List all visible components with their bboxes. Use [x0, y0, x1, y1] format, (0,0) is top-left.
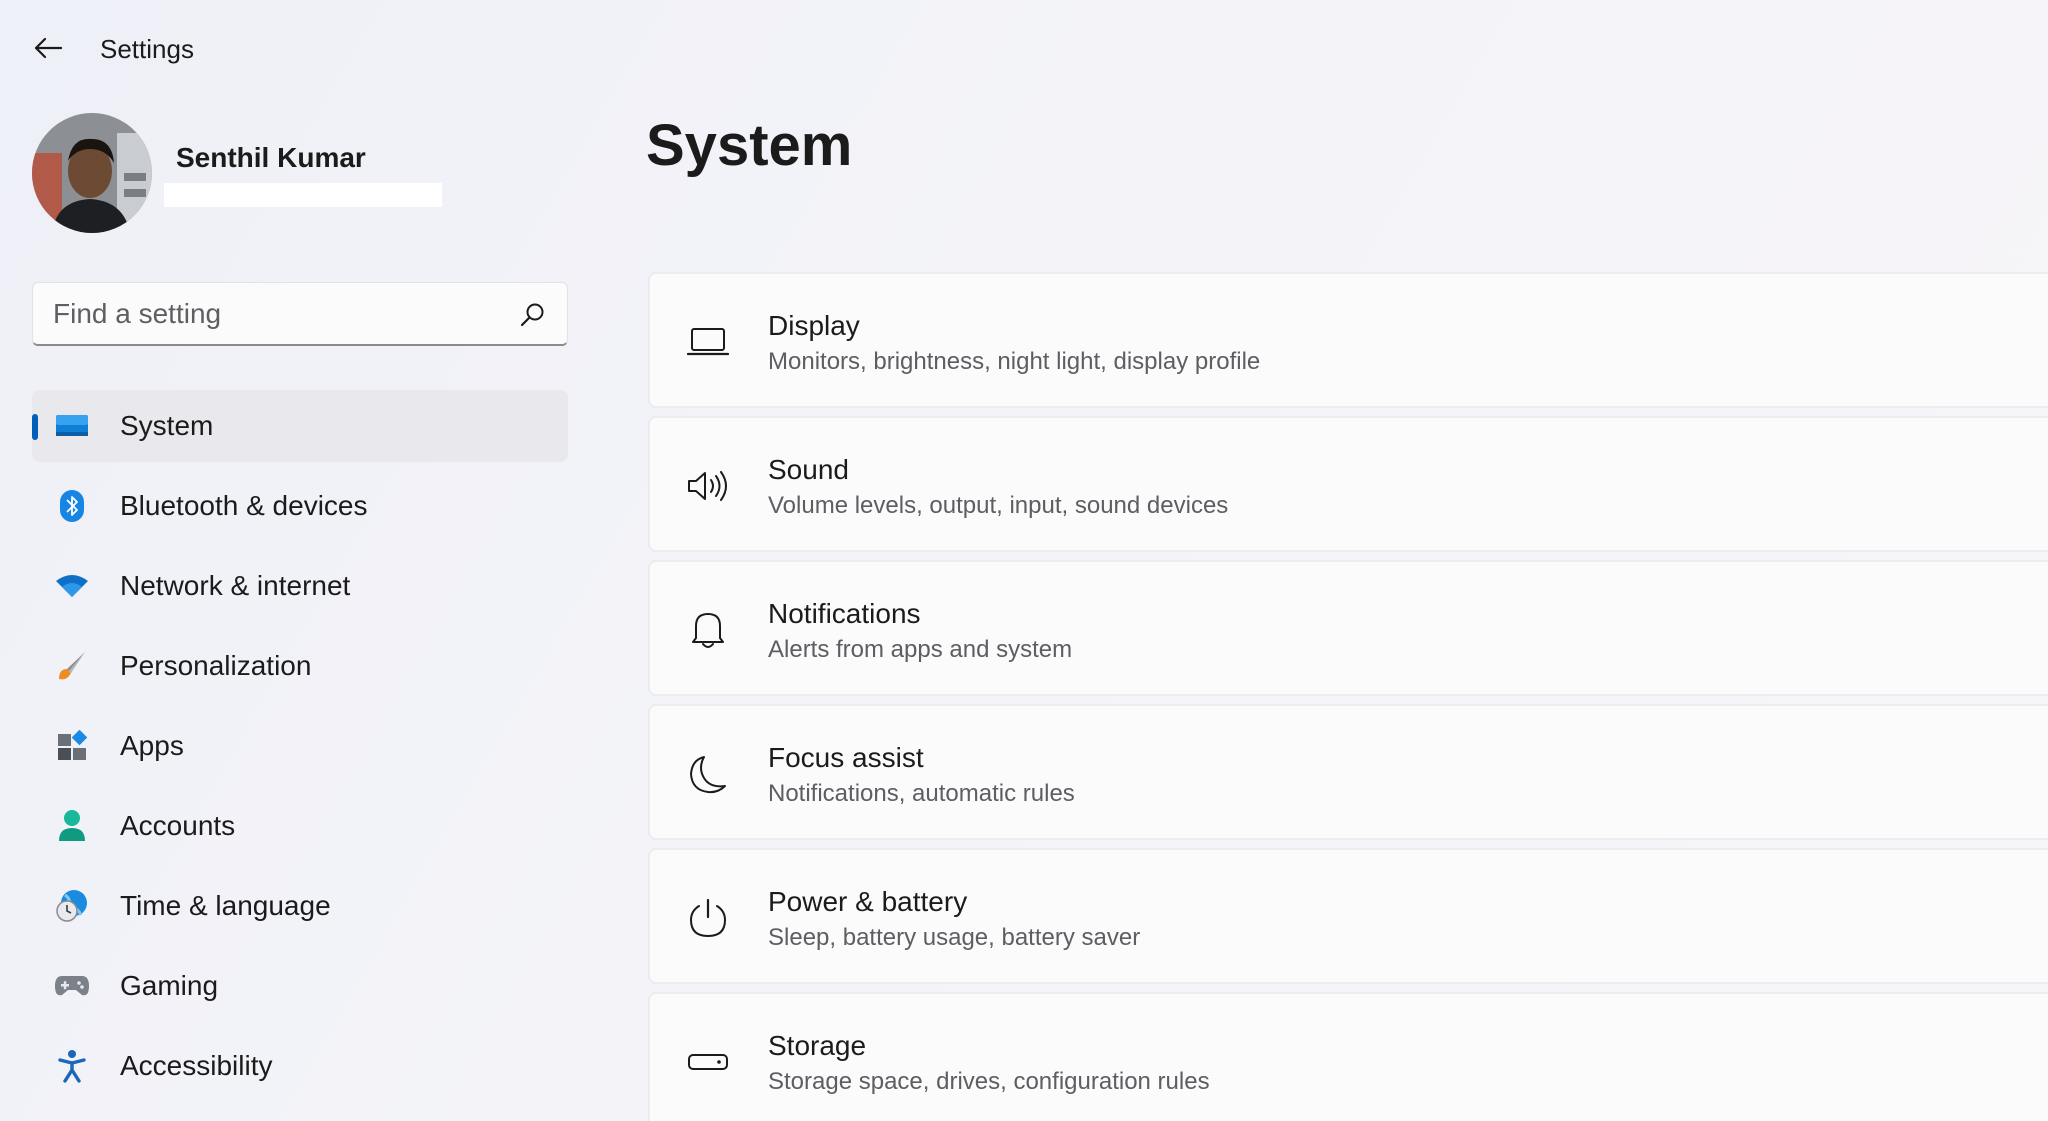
system-icon — [54, 408, 90, 444]
gamepad-icon — [54, 968, 90, 1004]
card-title: Display — [768, 310, 860, 341]
laptop-icon — [686, 320, 730, 364]
accessibility-icon — [54, 1048, 90, 1084]
search-icon[interactable] — [519, 301, 547, 329]
card-subtitle: Monitors, brightness, night light, displ… — [768, 348, 1261, 375]
card-title: Power & battery — [768, 886, 968, 917]
sidebar-item-accessibility[interactable]: Accessibility — [32, 1030, 568, 1102]
profile-email-redacted — [164, 183, 442, 207]
sidebar-item-label: Apps — [120, 730, 184, 761]
app-title: Settings — [100, 34, 194, 64]
card-focus-assist[interactable]: Focus assist Notifications, automatic ru… — [648, 704, 2048, 840]
sidebar-item-system[interactable]: System — [32, 390, 568, 462]
card-title: Focus assist — [768, 742, 924, 773]
card-sound[interactable]: Sound Volume levels, output, input, soun… — [648, 416, 2048, 552]
sidebar-item-label: Personalization — [120, 650, 312, 681]
storage-icon — [686, 1040, 730, 1084]
apps-icon — [54, 728, 90, 764]
sidebar-item-label: Gaming — [120, 970, 219, 1001]
power-icon — [686, 896, 730, 940]
page-title: System — [646, 113, 853, 178]
sidebar-item-accounts[interactable]: Accounts — [32, 790, 568, 862]
sidebar-item-label: Network & internet — [120, 570, 351, 601]
card-notifications[interactable]: Notifications Alerts from apps and syste… — [648, 560, 2048, 696]
sidebar-item-label: Accounts — [120, 810, 236, 841]
moon-icon — [686, 752, 730, 796]
card-storage[interactable]: Storage Storage space, drives, configura… — [648, 992, 2048, 1121]
sidebar-item-bluetooth[interactable]: Bluetooth & devices — [32, 470, 568, 542]
sidebar-item-apps[interactable]: Apps — [32, 710, 568, 782]
title-bar: Settings — [0, 0, 2048, 100]
card-subtitle: Volume levels, output, input, sound devi… — [768, 492, 1229, 519]
card-subtitle: Notifications, automatic rules — [768, 780, 1075, 807]
wifi-icon — [54, 568, 90, 604]
card-title: Storage — [768, 1030, 867, 1061]
sidebar-item-network[interactable]: Network & internet — [32, 550, 568, 622]
sidebar-item-time-language[interactable]: Time & language — [32, 870, 568, 942]
card-subtitle: Alerts from apps and system — [768, 636, 1073, 663]
card-title: Notifications — [768, 598, 921, 629]
back-arrow-icon — [34, 37, 63, 59]
sidebar-nav: System Bluetooth & devices Network & int… — [32, 390, 568, 1110]
bluetooth-icon — [54, 488, 90, 524]
settings-card-list: Display Monitors, brightness, night ligh… — [648, 272, 2048, 1121]
search-input[interactable] — [53, 293, 513, 335]
back-button[interactable] — [28, 28, 68, 68]
sidebar-item-personalization[interactable]: Personalization — [32, 630, 568, 702]
sidebar-item-gaming[interactable]: Gaming — [32, 950, 568, 1022]
sidebar-item-label: System — [120, 410, 214, 441]
card-power-battery[interactable]: Power & battery Sleep, battery usage, ba… — [648, 848, 2048, 984]
sidebar-item-label: Bluetooth & devices — [120, 490, 368, 521]
globe-clock-icon — [54, 888, 90, 924]
sidebar-item-label: Accessibility — [120, 1050, 273, 1081]
person-icon — [54, 808, 90, 844]
profile-name: Senthil Kumar — [176, 142, 366, 173]
card-subtitle: Sleep, battery usage, battery saver — [768, 924, 1141, 951]
brush-icon — [54, 648, 90, 684]
card-title: Sound — [768, 454, 849, 485]
speaker-icon — [686, 464, 730, 508]
sidebar-item-label: Time & language — [120, 890, 331, 921]
avatar[interactable] — [32, 113, 152, 233]
bell-icon — [686, 608, 730, 652]
card-subtitle: Storage space, drives, configuration rul… — [768, 1068, 1210, 1095]
avatar-photo — [32, 113, 152, 233]
search-box[interactable] — [32, 282, 568, 346]
card-display[interactable]: Display Monitors, brightness, night ligh… — [648, 272, 2048, 408]
